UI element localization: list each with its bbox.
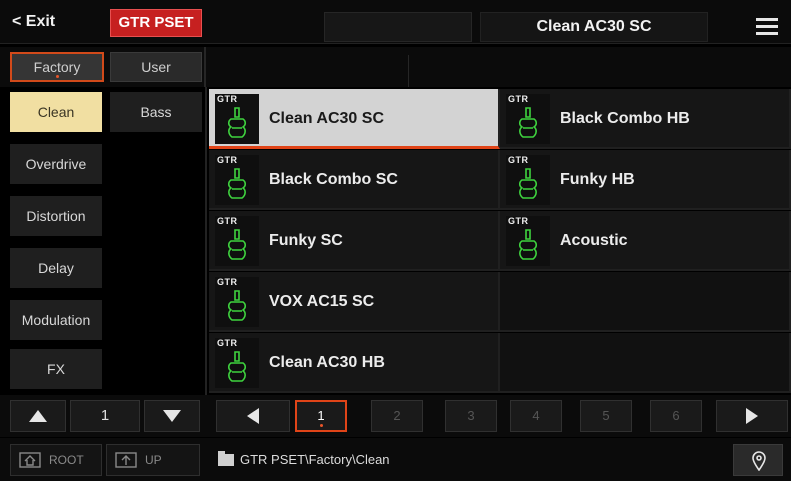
- electric-guitar-icon: GTR: [215, 94, 259, 144]
- category-page-number: 1: [70, 400, 140, 432]
- pager-bar: 1 1 2 3 4 5 6: [0, 395, 791, 437]
- up-button[interactable]: UP: [106, 444, 200, 476]
- preset-cell[interactable]: GTR Funky HB: [500, 150, 791, 210]
- preset-cell[interactable]: GTR Funky SC: [209, 211, 500, 271]
- electric-guitar-icon: GTR: [506, 216, 550, 266]
- top-bar: < Exit GTR PSET Clean AC30 SC: [0, 0, 791, 44]
- gtr-badge: GTR: [508, 216, 529, 226]
- current-path: GTR PSET\Factory\Clean: [240, 452, 390, 467]
- gtr-badge: GTR: [217, 155, 238, 165]
- panel-divider: [205, 87, 207, 395]
- electric-guitar-icon: GTR: [215, 338, 259, 388]
- electric-guitar-icon: GTR: [215, 155, 259, 205]
- preset-name: Black Combo HB: [560, 110, 690, 127]
- triangle-down-icon: [163, 410, 181, 422]
- preset-cell[interactable]: GTR Acoustic: [500, 211, 791, 271]
- page-2-button[interactable]: 2: [371, 400, 423, 432]
- category-delay[interactable]: Delay: [10, 248, 102, 288]
- electric-guitar-icon: GTR: [506, 155, 550, 205]
- electric-guitar-icon: GTR: [215, 277, 259, 327]
- preset-name: Funky HB: [560, 171, 635, 188]
- gtr-badge: GTR: [217, 277, 238, 287]
- location-pin-icon: [752, 451, 766, 471]
- bank-tabs: Factory User: [0, 47, 791, 87]
- gtr-badge: GTR: [217, 94, 238, 104]
- electric-guitar-icon: GTR: [215, 216, 259, 266]
- folder-icon: [218, 451, 234, 466]
- tab-factory-label: Factory: [33, 59, 81, 75]
- preset-cell[interactable]: GTR VOX AC15 SC: [209, 272, 500, 332]
- preset-name: Acoustic: [560, 232, 628, 249]
- preset-cell[interactable]: GTR Black Combo HB: [500, 89, 791, 149]
- tab-factory[interactable]: Factory: [10, 52, 104, 82]
- hamburger-menu-icon[interactable]: [746, 12, 786, 42]
- category-overdrive[interactable]: Overdrive: [10, 144, 102, 184]
- preset-cell[interactable]: GTR Black Combo SC: [209, 150, 500, 210]
- gtr-badge: GTR: [217, 216, 238, 226]
- gtr-badge: GTR: [508, 94, 529, 104]
- root-button[interactable]: ROOT: [10, 444, 102, 476]
- breadcrumb: GTR PSET\Factory\Clean: [210, 444, 710, 476]
- preset-name: Clean AC30 SC: [269, 110, 384, 127]
- preset-grid: GTR Clean AC30 SC GTR Black Combo HB GTR…: [209, 87, 791, 393]
- category-clean[interactable]: Clean: [10, 92, 102, 132]
- category-bass[interactable]: Bass: [110, 92, 202, 132]
- divider: [408, 55, 409, 87]
- title-field-blank: [324, 12, 472, 42]
- preset-name: VOX AC15 SC: [269, 293, 375, 310]
- category-panel: Clean Overdrive Distortion Delay Modulat…: [0, 87, 205, 395]
- preset-browser-screen: < Exit GTR PSET Clean AC30 SC Factory Us…: [0, 0, 791, 481]
- location-pin-button[interactable]: [733, 444, 783, 476]
- page-5-button[interactable]: 5: [580, 400, 632, 432]
- category-page-up-button[interactable]: [10, 400, 66, 432]
- home-folder-icon: [19, 452, 41, 468]
- preset-cell-selected[interactable]: GTR Clean AC30 SC: [209, 89, 500, 149]
- gtr-badge: GTR: [508, 155, 529, 165]
- category-fx[interactable]: FX: [10, 349, 102, 389]
- root-label: ROOT: [49, 453, 84, 467]
- page-previous-button[interactable]: [216, 400, 290, 432]
- category-distortion[interactable]: Distortion: [10, 196, 102, 236]
- category-modulation[interactable]: Modulation: [10, 300, 102, 340]
- preset-name: Funky SC: [269, 232, 343, 249]
- preset-cell-empty: [500, 333, 791, 393]
- category-page-down-button[interactable]: [144, 400, 200, 432]
- electric-guitar-icon: GTR: [506, 94, 550, 144]
- triangle-left-icon: [247, 408, 259, 424]
- active-indicator-dot: [320, 424, 323, 427]
- page-4-button[interactable]: 4: [510, 400, 562, 432]
- up-folder-icon: [115, 452, 137, 468]
- preset-name: Clean AC30 HB: [269, 354, 385, 371]
- preset-title: Clean AC30 SC: [480, 12, 708, 42]
- page-1-button[interactable]: 1: [295, 400, 347, 432]
- triangle-right-icon: [746, 408, 758, 424]
- exit-button[interactable]: < Exit: [6, 6, 98, 38]
- up-label: UP: [145, 453, 162, 467]
- gtr-badge: GTR: [217, 338, 238, 348]
- active-indicator-dot: [56, 75, 59, 78]
- page-3-button[interactable]: 3: [445, 400, 497, 432]
- preset-name: Black Combo SC: [269, 171, 398, 188]
- bottom-bar: ROOT UP GTR PSET\Factory\Clean: [0, 438, 791, 481]
- page-next-button[interactable]: [716, 400, 788, 432]
- page-1-label: 1: [317, 408, 325, 423]
- preset-cell-empty: [500, 272, 791, 332]
- tab-user[interactable]: User: [110, 52, 202, 82]
- mode-badge[interactable]: GTR PSET: [110, 9, 202, 37]
- triangle-up-icon: [29, 410, 47, 422]
- divider: [204, 47, 206, 87]
- page-6-button[interactable]: 6: [650, 400, 702, 432]
- preset-cell[interactable]: GTR Clean AC30 HB: [209, 333, 500, 393]
